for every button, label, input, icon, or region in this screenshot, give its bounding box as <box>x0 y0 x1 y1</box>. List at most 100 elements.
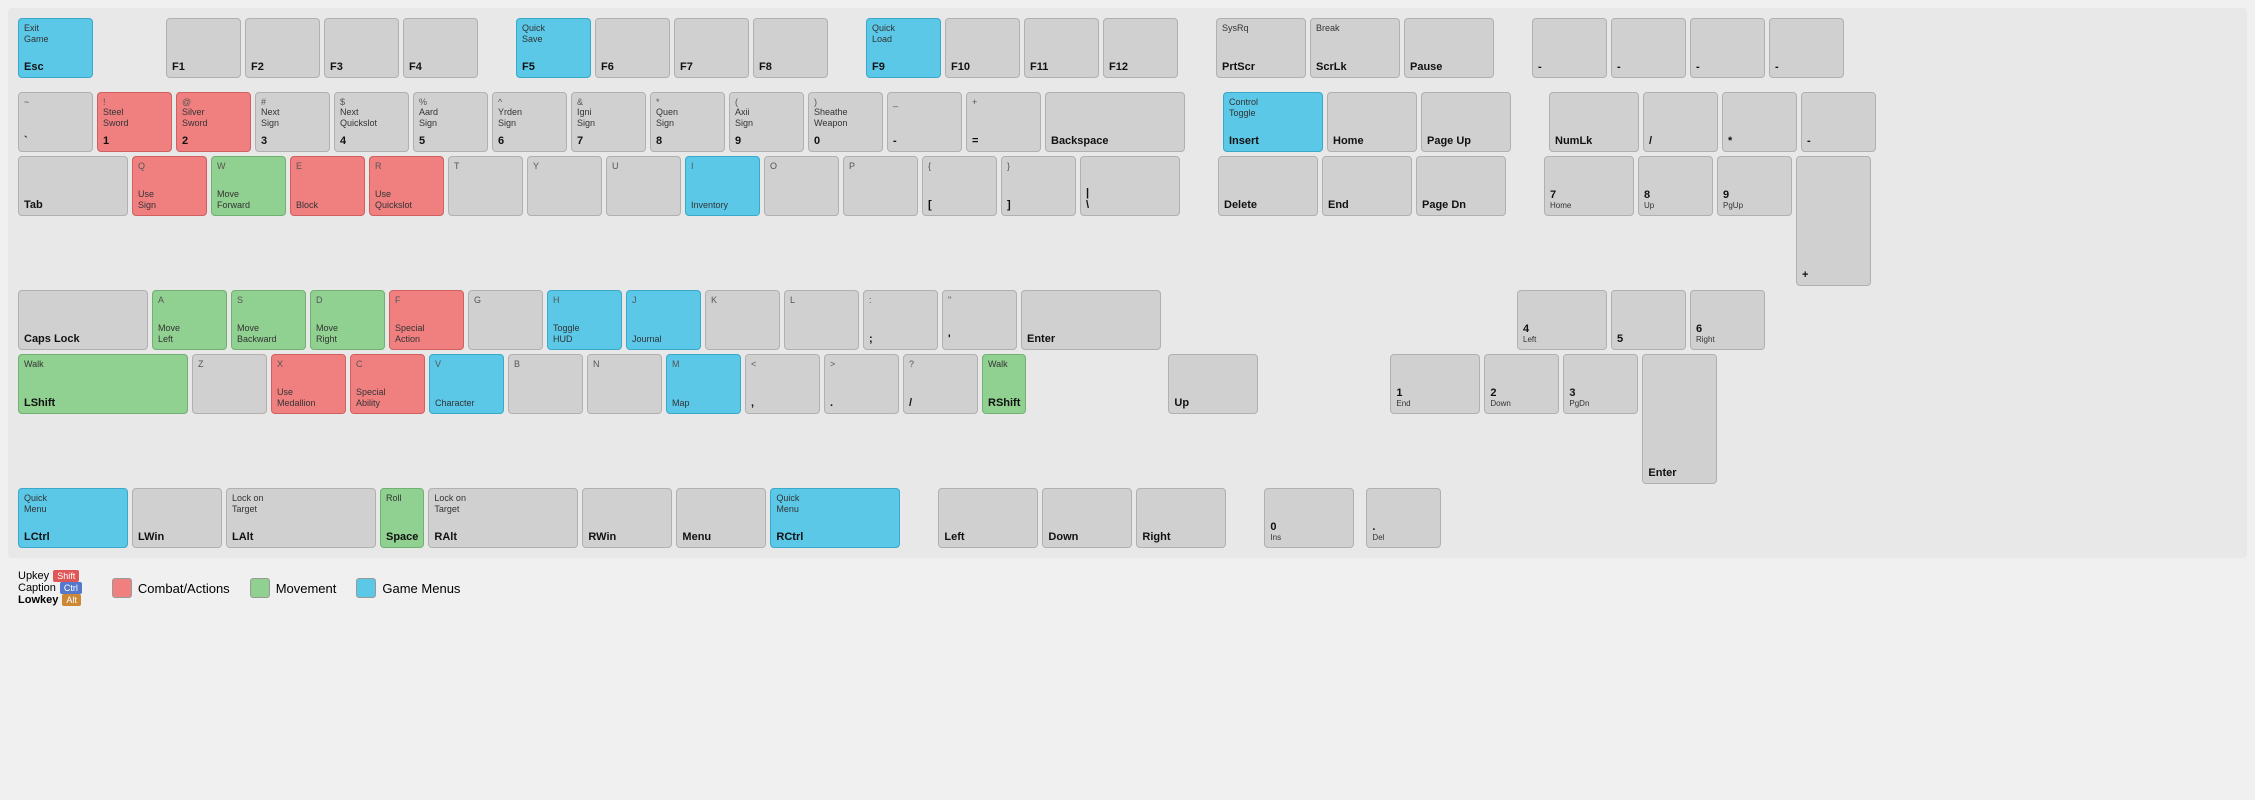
key-i[interactable]: I Inventory <box>685 156 760 216</box>
key-num2[interactable]: 2 Down <box>1484 354 1559 414</box>
key-o[interactable]: O <box>764 156 839 216</box>
key-rwin[interactable]: RWin <box>582 488 672 548</box>
key-x[interactable]: X UseMedallion <box>271 354 346 414</box>
key-t[interactable]: T <box>448 156 523 216</box>
key-slash[interactable]: ? / <box>903 354 978 414</box>
key-d[interactable]: D MoveRight <box>310 290 385 350</box>
key-4[interactable]: $ NextQuickslot 4 <box>334 92 409 152</box>
key-y[interactable]: Y <box>527 156 602 216</box>
key-num0[interactable]: 0 Ins <box>1264 488 1354 548</box>
key-nav-down[interactable]: Down <box>1042 488 1132 548</box>
key-e[interactable]: E Block <box>290 156 365 216</box>
key-menu[interactable]: Menu <box>676 488 766 548</box>
key-f12[interactable]: F12 <box>1103 18 1178 78</box>
key-num8[interactable]: 8 Up <box>1638 156 1713 216</box>
key-pagedn[interactable]: Page Dn <box>1416 156 1506 216</box>
key-numslash[interactable]: / <box>1643 92 1718 152</box>
key-j[interactable]: J Journal <box>626 290 701 350</box>
key-7[interactable]: & IgniSign 7 <box>571 92 646 152</box>
key-f9[interactable]: QuickLoad F9 <box>866 18 941 78</box>
key-f8[interactable]: F8 <box>753 18 828 78</box>
key-3[interactable]: # NextSign 3 <box>255 92 330 152</box>
key-esc[interactable]: ExitGame Esc <box>18 18 93 78</box>
key-f4[interactable]: F4 <box>403 18 478 78</box>
key-rbracket[interactable]: } ] <box>1001 156 1076 216</box>
key-sysrq[interactable]: SysRq PrtScr <box>1216 18 1306 78</box>
key-f1[interactable]: F1 <box>166 18 241 78</box>
key-numstar[interactable]: * <box>1722 92 1797 152</box>
key-f2[interactable]: F2 <box>245 18 320 78</box>
key-lwin[interactable]: LWin <box>132 488 222 548</box>
key-r[interactable]: R UseQuickslot <box>369 156 444 216</box>
key-v[interactable]: V Character <box>429 354 504 414</box>
key-lbracket[interactable]: { [ <box>922 156 997 216</box>
key-scrlk[interactable]: Break ScrLk <box>1310 18 1400 78</box>
key-minus[interactable]: _ - <box>887 92 962 152</box>
key-numenter[interactable]: Enter <box>1642 354 1717 484</box>
key-a[interactable]: A MoveLeft <box>152 290 227 350</box>
key-f6[interactable]: F6 <box>595 18 670 78</box>
key-b[interactable]: B <box>508 354 583 414</box>
key-num5[interactable]: 5 <box>1611 290 1686 350</box>
key-numdot[interactable]: . Del <box>1366 488 1441 548</box>
key-empty2[interactable]: - <box>1611 18 1686 78</box>
key-k[interactable]: K <box>705 290 780 350</box>
key-numlk[interactable]: NumLk <box>1549 92 1639 152</box>
key-semicolon[interactable]: : ; <box>863 290 938 350</box>
key-pageup[interactable]: Page Up <box>1421 92 1511 152</box>
key-nav-left[interactable]: Left <box>938 488 1038 548</box>
key-delete[interactable]: Delete <box>1218 156 1318 216</box>
key-5[interactable]: % AardSign 5 <box>413 92 488 152</box>
key-z[interactable]: Z <box>192 354 267 414</box>
key-f[interactable]: F SpecialAction <box>389 290 464 350</box>
key-f11[interactable]: F11 <box>1024 18 1099 78</box>
key-9[interactable]: ( AxiiSign 9 <box>729 92 804 152</box>
key-f7[interactable]: F7 <box>674 18 749 78</box>
key-g[interactable]: G <box>468 290 543 350</box>
key-n[interactable]: N <box>587 354 662 414</box>
key-num1[interactable]: 1 End <box>1390 354 1480 414</box>
key-backslash[interactable]: |\ <box>1080 156 1180 216</box>
key-insert[interactable]: ControlToggle Insert <box>1223 92 1323 152</box>
key-f3[interactable]: F3 <box>324 18 399 78</box>
key-1[interactable]: ! SteelSword 1 <box>97 92 172 152</box>
key-m[interactable]: M Map <box>666 354 741 414</box>
key-tilde[interactable]: ~ ` <box>18 92 93 152</box>
key-w[interactable]: W MoveForward <box>211 156 286 216</box>
key-numplus[interactable]: + <box>1796 156 1871 286</box>
key-p[interactable]: P <box>843 156 918 216</box>
key-num9[interactable]: 9 PgUp <box>1717 156 1792 216</box>
key-h[interactable]: H ToggleHUD <box>547 290 622 350</box>
key-lctrl[interactable]: QuickMenu LCtrl <box>18 488 128 548</box>
key-ralt[interactable]: Lock onTarget RAlt <box>428 488 578 548</box>
key-num3[interactable]: 3 PgDn <box>1563 354 1638 414</box>
key-quote[interactable]: " ' <box>942 290 1017 350</box>
key-empty4[interactable]: - <box>1769 18 1844 78</box>
key-num4[interactable]: 4 Left <box>1517 290 1607 350</box>
key-enter[interactable]: Enter <box>1021 290 1161 350</box>
key-2[interactable]: @ SilverSword 2 <box>176 92 251 152</box>
key-pause[interactable]: Pause <box>1404 18 1494 78</box>
key-nav-right[interactable]: Right <box>1136 488 1226 548</box>
key-tab[interactable]: Tab <box>18 156 128 216</box>
key-rshift[interactable]: Walk RShift <box>982 354 1026 414</box>
key-space[interactable]: Roll Space <box>380 488 424 548</box>
key-backspace[interactable]: Backspace <box>1045 92 1185 152</box>
key-f5[interactable]: QuickSave F5 <box>516 18 591 78</box>
key-numminus[interactable]: - <box>1801 92 1876 152</box>
key-num7[interactable]: 7 Home <box>1544 156 1634 216</box>
key-lalt[interactable]: Lock onTarget LAlt <box>226 488 376 548</box>
key-u[interactable]: U <box>606 156 681 216</box>
key-num6[interactable]: 6 Right <box>1690 290 1765 350</box>
key-up[interactable]: Up <box>1168 354 1258 414</box>
key-empty1[interactable]: - <box>1532 18 1607 78</box>
key-s[interactable]: S MoveBackward <box>231 290 306 350</box>
key-period[interactable]: > . <box>824 354 899 414</box>
key-rctrl[interactable]: QuickMenu RCtrl <box>770 488 900 548</box>
key-8[interactable]: * QuenSign 8 <box>650 92 725 152</box>
key-plus[interactable]: + = <box>966 92 1041 152</box>
key-q[interactable]: Q UseSign <box>132 156 207 216</box>
key-lshift[interactable]: Walk LShift <box>18 354 188 414</box>
key-6[interactable]: ^ YrdenSign 6 <box>492 92 567 152</box>
key-0[interactable]: ) SheatheWeapon 0 <box>808 92 883 152</box>
